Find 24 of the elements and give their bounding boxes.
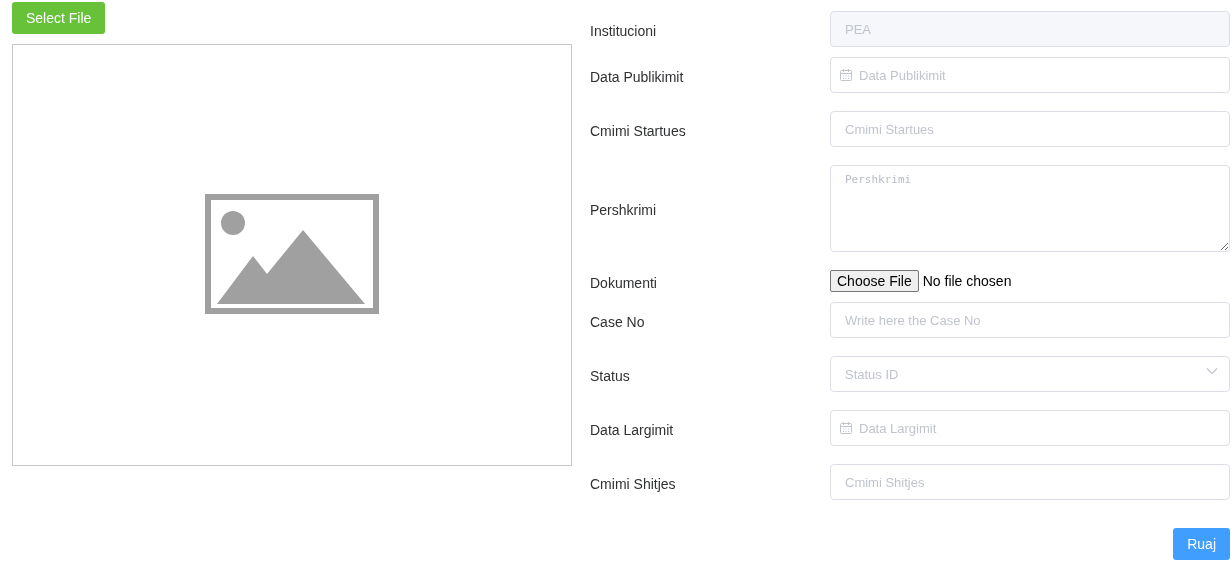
chevron-down-icon: [1206, 367, 1218, 375]
file-status-text: No file chosen: [922, 273, 1012, 289]
field-label: Institucioni: [590, 21, 658, 39]
input-field[interactable]: Cmimi Startues: [830, 111, 1230, 147]
save-button[interactable]: Ruaj: [1173, 528, 1230, 560]
choose-file-button[interactable]: Choose File: [830, 270, 919, 292]
description-textarea[interactable]: Pershkrimi: [830, 165, 1230, 252]
image-placeholder-icon: [205, 194, 379, 316]
field-label: Cmimi Startues: [590, 121, 687, 139]
field-label: Pershkrimi: [590, 201, 658, 218]
field-label: Data Publikimit: [590, 67, 685, 85]
select-file-button[interactable]: Select File: [12, 2, 106, 34]
field-label: Case No: [590, 312, 646, 330]
calendar-icon: [839, 68, 853, 82]
select-field[interactable]: Status ID: [830, 356, 1230, 392]
input-field[interactable]: Cmimi Shitjes: [830, 464, 1230, 500]
date-field[interactable]: Data Largimit: [830, 410, 1230, 446]
field-label: Dokumenti: [590, 273, 658, 291]
field-label: Cmimi Shitjes: [590, 474, 677, 492]
field-label: Data Largimit: [590, 420, 675, 438]
input-field[interactable]: Write here the Case No: [830, 302, 1230, 338]
date-field[interactable]: Data Publikimit: [830, 57, 1230, 93]
field-label: Status: [590, 366, 631, 384]
calendar-icon: [839, 421, 853, 435]
